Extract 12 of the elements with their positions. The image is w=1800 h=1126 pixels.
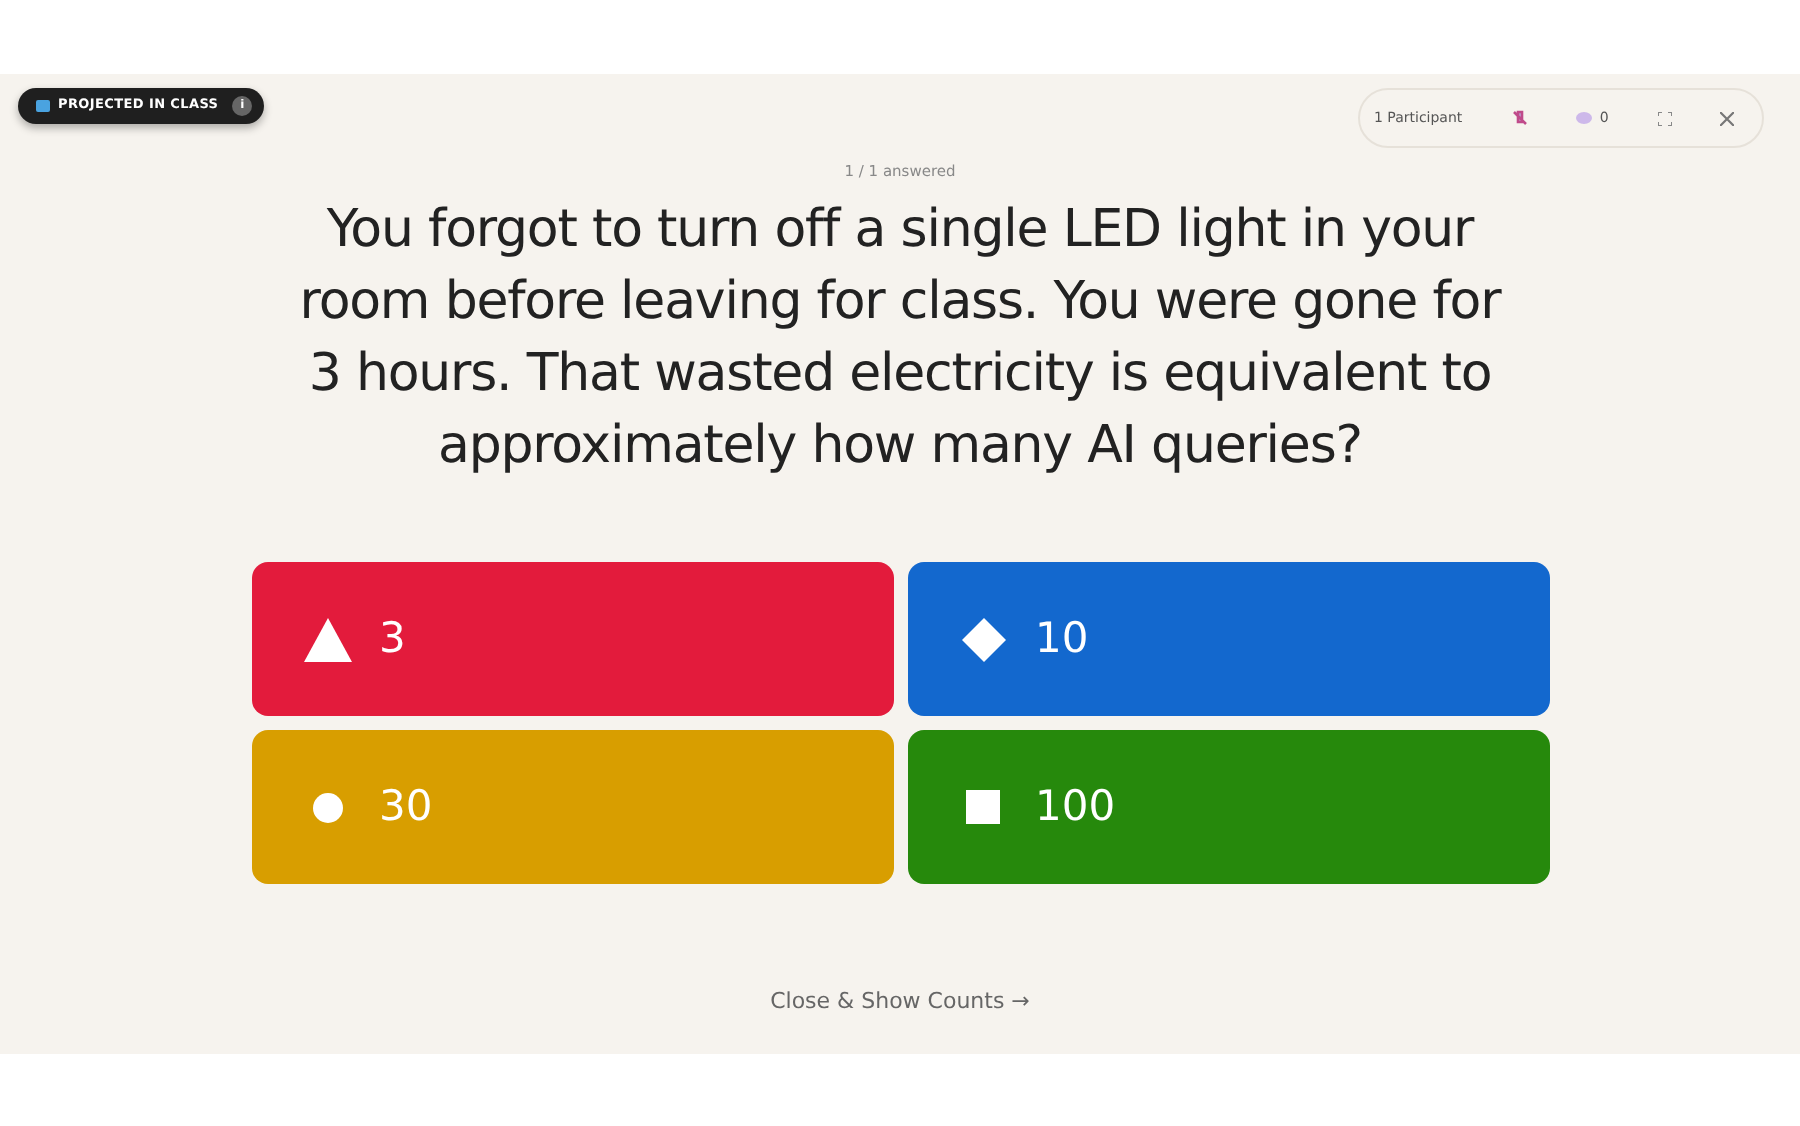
answer-option[interactable]: 100 [907, 730, 1549, 885]
screen-icon [36, 100, 50, 112]
answer-option[interactable]: 10 [907, 562, 1549, 717]
fullscreen-icon[interactable] [1657, 111, 1672, 125]
square-icon [966, 790, 1000, 825]
answer-option[interactable]: 3 [251, 562, 893, 717]
triangle-icon [303, 617, 351, 662]
question-text: You forgot to turn off a single LED light in your room before leaving for class. You were gone for 3 hours. That wasted electricity is equivalent to approximately how many AI queries? [297, 198, 1504, 481]
close-icon[interactable] [1720, 111, 1734, 125]
close-show-counts-link[interactable]: Close & Show Counts → [758, 984, 1042, 1022]
circle-icon [311, 791, 343, 824]
diamond-icon [961, 617, 1005, 662]
